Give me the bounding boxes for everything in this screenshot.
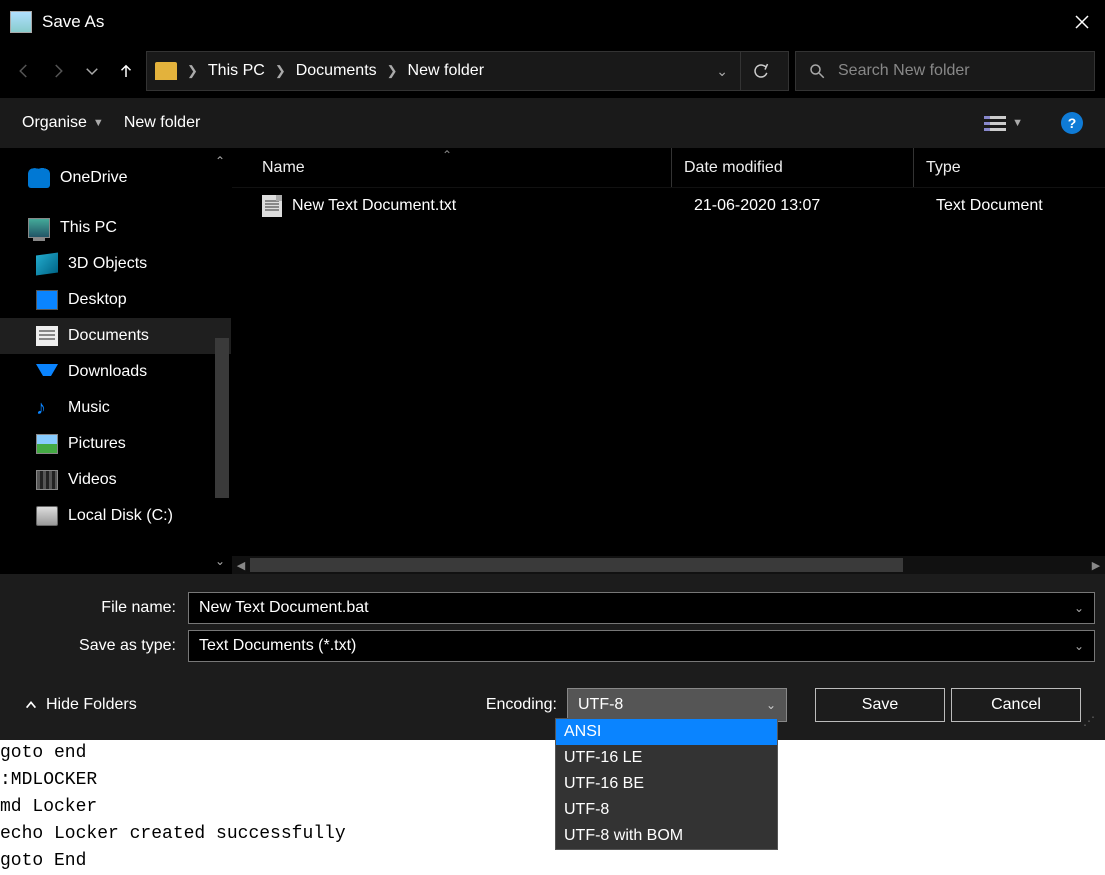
breadcrumb-new-folder[interactable]: New folder [404, 62, 488, 80]
pc-icon [28, 218, 50, 238]
pic-icon [36, 434, 58, 454]
file-icon [262, 195, 282, 217]
chevron-right-icon[interactable]: ❯ [185, 63, 200, 79]
file-header: ⌃ Name Date modified Type [232, 148, 1105, 188]
onedrive-icon [28, 168, 50, 188]
chevron-down-icon: ⌄ [1074, 639, 1084, 653]
search-box[interactable]: Search New folder [795, 51, 1095, 91]
tree-item-3d-objects[interactable]: 3D Objects [0, 246, 231, 282]
save-button[interactable]: Save [815, 688, 945, 722]
chevron-down-icon: ⌄ [766, 698, 776, 712]
tree-item-label: Videos [68, 471, 117, 489]
vid-icon [36, 470, 58, 490]
file-name: New Text Document.txt [292, 197, 692, 215]
tree-item-label: Local Disk (C:) [68, 507, 173, 525]
music-icon: ♪ [36, 398, 58, 418]
tree-item-label: Desktop [68, 291, 127, 309]
resize-grip[interactable]: ⋰ [1083, 714, 1093, 728]
chevron-right-icon[interactable]: ❯ [273, 63, 288, 79]
tree-item-documents[interactable]: Documents [0, 318, 231, 354]
tree-item-this-pc[interactable]: This PC [0, 210, 231, 246]
3d-icon [36, 252, 58, 275]
file-list: ⌃ Name Date modified Type New Text Docum… [232, 148, 1105, 574]
back-button[interactable] [10, 57, 38, 85]
encoding-label: Encoding: [486, 696, 557, 714]
tree-item-downloads[interactable]: Downloads [0, 354, 231, 390]
column-date[interactable]: Date modified [672, 148, 914, 187]
folder-icon [155, 62, 177, 80]
encoding-select[interactable]: UTF-8⌄ [567, 688, 787, 722]
tree-item-onedrive[interactable]: OneDrive [0, 160, 231, 196]
tree-item-desktop[interactable]: Desktop [0, 282, 231, 318]
tree-item-pictures[interactable]: Pictures [0, 426, 231, 462]
tree-item-label: This PC [60, 219, 117, 237]
tree-item-label: OneDrive [60, 169, 128, 187]
encoding-option-utf-8[interactable]: UTF-8 [556, 797, 777, 823]
tree-scroll-up[interactable]: ⌃ [215, 154, 225, 168]
file-date: 21-06-2020 13:07 [692, 197, 934, 215]
window-title: Save As [42, 12, 104, 32]
savetype-select[interactable]: Text Documents (*.txt)⌄ [188, 630, 1095, 662]
filename-input[interactable]: New Text Document.bat⌄ [188, 592, 1095, 624]
up-button[interactable] [112, 57, 140, 85]
save-form: File name: New Text Document.bat⌄ Save a… [0, 574, 1105, 740]
tree-scroll-thumb[interactable] [215, 338, 229, 498]
help-button[interactable]: ? [1061, 112, 1083, 134]
refresh-button[interactable] [740, 52, 780, 90]
view-icon [984, 112, 1006, 134]
address-dropdown[interactable]: ⌄ [716, 63, 728, 80]
nav-tree: ⌃ OneDrive This PC 3D Objects Desktop Docume… [0, 148, 232, 574]
savetype-label: Save as type: [10, 637, 188, 655]
desktop-icon [36, 290, 58, 310]
recent-dropdown[interactable] [78, 57, 106, 85]
save-as-dialog: Save As ❯ This PC ❯ Documents ❯ New fold… [0, 0, 1105, 740]
breadcrumb-this-pc[interactable]: This PC [204, 62, 269, 80]
tree-item-local-disk-c-[interactable]: Local Disk (C:) [0, 498, 231, 534]
filename-label: File name: [10, 599, 188, 617]
down-icon [36, 364, 58, 384]
chevron-right-icon[interactable]: ❯ [385, 63, 400, 79]
view-button[interactable]: ▼ [984, 112, 1023, 134]
tree-item-label: Downloads [68, 363, 147, 381]
nav-bar: ❯ This PC ❯ Documents ❯ New folder ⌄ Sea… [0, 44, 1105, 98]
doc-icon [36, 326, 58, 346]
new-folder-button[interactable]: New folder [124, 114, 200, 132]
tree-scroll-down[interactable]: ⌄ [215, 554, 225, 568]
sort-indicator-icon: ⌃ [442, 148, 452, 162]
forward-button[interactable] [44, 57, 72, 85]
tree-item-label: 3D Objects [68, 255, 147, 273]
search-placeholder: Search New folder [838, 62, 970, 80]
title-bar: Save As [0, 0, 1105, 44]
tree-item-label: Music [68, 399, 110, 417]
address-bar[interactable]: ❯ This PC ❯ Documents ❯ New folder ⌄ [146, 51, 789, 91]
cancel-button[interactable]: Cancel [951, 688, 1081, 722]
encoding-option-utf-16-be[interactable]: UTF-16 BE [556, 771, 777, 797]
breadcrumb-documents[interactable]: Documents [292, 62, 381, 80]
tree-item-music[interactable]: ♪ Music [0, 390, 231, 426]
organise-button[interactable]: Organise▼ [22, 114, 104, 132]
file-row[interactable]: New Text Document.txt21-06-2020 13:07Tex… [232, 188, 1105, 224]
disk-icon [36, 506, 58, 526]
encoding-option-utf-16-le[interactable]: UTF-16 LE [556, 745, 777, 771]
tree-item-label: Documents [68, 327, 149, 345]
tree-item-label: Pictures [68, 435, 126, 453]
search-icon [808, 62, 826, 80]
hide-folders-button[interactable]: Hide Folders [24, 696, 137, 714]
horizontal-scrollbar[interactable]: ◀▶ [232, 556, 1105, 574]
chevron-up-icon [24, 698, 38, 712]
notepad-content: goto end :MDLOCKER md Locker echo Locker… [0, 740, 346, 875]
tree-item-videos[interactable]: Videos [0, 462, 231, 498]
toolbar: Organise▼ New folder ▼ ? [0, 98, 1105, 148]
notepad-icon [10, 11, 32, 33]
chevron-down-icon: ⌄ [1074, 601, 1084, 615]
encoding-option-utf-8-with-bom[interactable]: UTF-8 with BOM [556, 823, 777, 849]
close-button[interactable] [1059, 0, 1105, 44]
file-type: Text Document [934, 197, 1105, 215]
column-type[interactable]: Type [914, 148, 1105, 187]
encoding-option-ansi[interactable]: ANSI [556, 719, 777, 745]
encoding-dropdown: ANSIUTF-16 LEUTF-16 BEUTF-8UTF-8 with BO… [555, 718, 778, 850]
